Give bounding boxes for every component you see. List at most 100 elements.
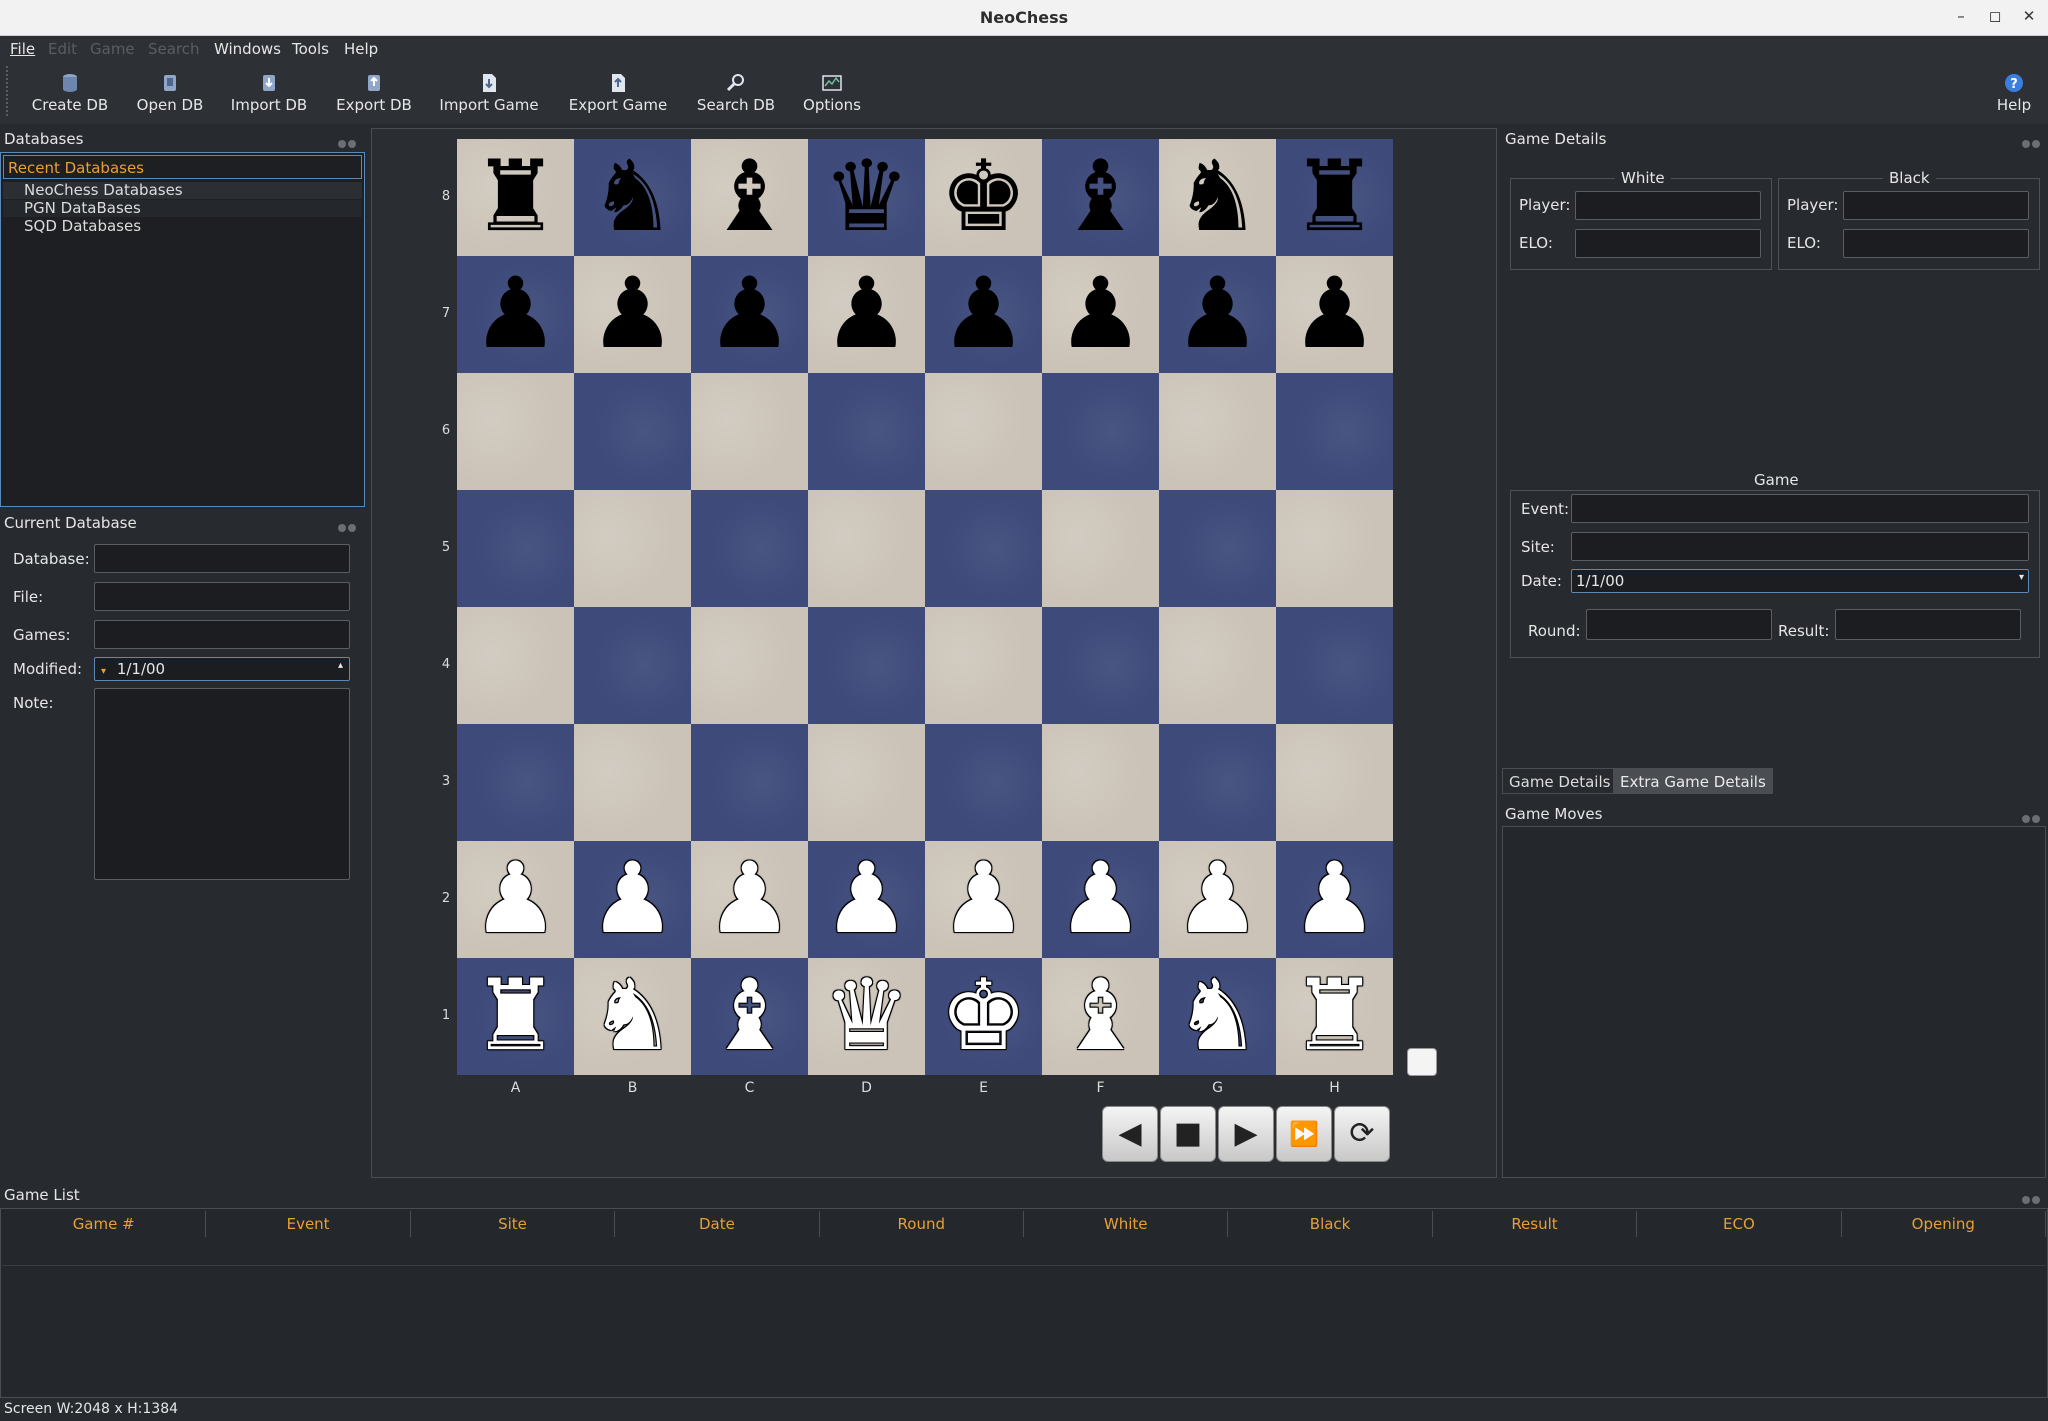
table-row[interactable]	[2, 1238, 2046, 1266]
chess-board[interactable]: ♜ ♞ ♝ ♛ ♚ ♝ ♞ ♜ ♟ ♟ ♟ ♟ ♟ ♟ ♟ ♟ ♟ ♟ ♟ ♟ ♟ ♟ ♟ ♟ ♜ ♞ ♝ ♛ ♚ ♝ ♞ ♜	[457, 139, 1393, 1075]
square-c5[interactable]	[691, 490, 808, 607]
date-picker[interactable]: 1/1/00 ▾	[1571, 569, 2029, 593]
black-pawn-icon[interactable]: ♟	[1276, 256, 1393, 373]
square-d5[interactable]	[808, 490, 925, 607]
square-a3[interactable]	[457, 724, 574, 841]
black-pawn-icon[interactable]: ♟	[574, 256, 691, 373]
last-move-button[interactable]: ⏩	[1276, 1106, 1332, 1162]
white-pawn-icon[interactable]: ♟	[691, 841, 808, 958]
menu-edit[interactable]: Edit	[48, 40, 77, 58]
note-textarea[interactable]	[94, 688, 350, 880]
column-header[interactable]: Round	[820, 1211, 1024, 1237]
tab-extra-game-details[interactable]: Extra Game Details	[1613, 768, 1773, 794]
databases-tree[interactable]: Recent Databases NeoChess Databases PGN …	[0, 152, 365, 507]
black-bishop-icon[interactable]: ♝	[1042, 139, 1159, 256]
recent-databases-header[interactable]: Recent Databases	[3, 155, 362, 179]
previous-move-button[interactable]: ◀	[1102, 1106, 1158, 1162]
white-rook-icon[interactable]: ♜	[457, 958, 574, 1075]
toolbar-grip[interactable]	[6, 66, 10, 116]
black-rook-icon[interactable]: ♜	[1276, 139, 1393, 256]
black-player-field[interactable]	[1843, 191, 2029, 220]
square-d4[interactable]	[808, 607, 925, 724]
games-field[interactable]	[94, 620, 350, 649]
column-header[interactable]: Result	[1433, 1211, 1638, 1237]
white-knight-icon[interactable]: ♞	[1159, 958, 1276, 1075]
square-b3[interactable]	[574, 724, 691, 841]
maximize-icon[interactable]: ◻	[1984, 7, 2006, 27]
db-item-neochess[interactable]: NeoChess Databases	[3, 182, 362, 199]
black-rook-icon[interactable]: ♜	[457, 139, 574, 256]
square-c3[interactable]	[691, 724, 808, 841]
black-elo-field[interactable]	[1843, 229, 2029, 258]
square-h6[interactable]	[1276, 373, 1393, 490]
options-button[interactable]: Options	[800, 72, 864, 122]
black-knight-icon[interactable]: ♞	[574, 139, 691, 256]
game-list-panel-controls[interactable]	[2022, 1190, 2042, 1204]
square-e5[interactable]	[925, 490, 1042, 607]
result-field[interactable]	[1835, 609, 2021, 640]
square-f5[interactable]	[1042, 490, 1159, 607]
black-pawn-icon[interactable]: ♟	[1042, 256, 1159, 373]
export-db-button[interactable]: Export DB	[334, 72, 414, 122]
db-item-sqd[interactable]: SQD Databases	[3, 218, 362, 235]
square-d6[interactable]	[808, 373, 925, 490]
date-down-icon[interactable]: ▾	[101, 666, 106, 677]
help-button[interactable]: ? Help	[1996, 72, 2032, 122]
square-h3[interactable]	[1276, 724, 1393, 841]
current-db-panel-controls[interactable]	[338, 518, 358, 532]
import-game-button[interactable]: Import Game	[438, 72, 540, 122]
square-b6[interactable]	[574, 373, 691, 490]
menu-windows[interactable]: Windows	[214, 40, 281, 58]
square-g3[interactable]	[1159, 724, 1276, 841]
black-pawn-icon[interactable]: ♟	[808, 256, 925, 373]
square-a4[interactable]	[457, 607, 574, 724]
db-item-pgn[interactable]: PGN DataBases	[3, 200, 362, 217]
column-header[interactable]: Date	[615, 1211, 820, 1237]
menu-game[interactable]: Game	[90, 40, 135, 58]
white-pawn-icon[interactable]: ♟	[1276, 841, 1393, 958]
date-up-icon[interactable]: ▴	[338, 660, 343, 671]
square-f6[interactable]	[1042, 373, 1159, 490]
modified-date-picker[interactable]: ▾ 1/1/00 ▴	[94, 657, 350, 681]
white-pawn-icon[interactable]: ♟	[925, 841, 1042, 958]
white-pawn-icon[interactable]: ♟	[808, 841, 925, 958]
white-elo-field[interactable]	[1575, 229, 1761, 258]
menu-file[interactable]: File	[10, 40, 35, 58]
white-rook-icon[interactable]: ♜	[1276, 958, 1393, 1075]
square-a5[interactable]	[457, 490, 574, 607]
white-bishop-icon[interactable]: ♝	[691, 958, 808, 1075]
next-move-button[interactable]: ▶	[1218, 1106, 1274, 1162]
black-pawn-icon[interactable]: ♟	[925, 256, 1042, 373]
close-icon[interactable]: ✕	[2018, 7, 2040, 27]
game-details-panel-controls[interactable]	[2022, 134, 2042, 148]
white-pawn-icon[interactable]: ♟	[1042, 841, 1159, 958]
black-king-icon[interactable]: ♚	[925, 139, 1042, 256]
white-player-field[interactable]	[1575, 191, 1761, 220]
square-e6[interactable]	[925, 373, 1042, 490]
column-header[interactable]: ECO	[1637, 1211, 1842, 1237]
white-queen-icon[interactable]: ♛	[808, 958, 925, 1075]
tab-game-details[interactable]: Game Details	[1502, 768, 1618, 794]
event-field[interactable]	[1571, 494, 2029, 523]
square-h4[interactable]	[1276, 607, 1393, 724]
square-b5[interactable]	[574, 490, 691, 607]
black-pawn-icon[interactable]: ♟	[1159, 256, 1276, 373]
export-game-button[interactable]: Export Game	[566, 72, 670, 122]
column-header[interactable]: Event	[206, 1211, 411, 1237]
site-field[interactable]	[1571, 532, 2029, 561]
menu-tools[interactable]: Tools	[292, 40, 329, 58]
search-db-button[interactable]: Search DB	[696, 72, 776, 122]
square-d3[interactable]	[808, 724, 925, 841]
white-pawn-icon[interactable]: ♟	[1159, 841, 1276, 958]
menu-search[interactable]: Search	[148, 40, 200, 58]
column-header[interactable]: Game #	[2, 1211, 207, 1237]
file-field[interactable]	[94, 582, 350, 611]
white-king-icon[interactable]: ♚	[925, 958, 1042, 1075]
column-header[interactable]: Site	[411, 1211, 616, 1237]
square-f4[interactable]	[1042, 607, 1159, 724]
game-moves-list[interactable]	[1502, 826, 2046, 1178]
create-db-button[interactable]: Create DB	[30, 72, 110, 122]
date-dropdown-icon[interactable]: ▾	[2019, 572, 2024, 583]
column-header[interactable]: Opening	[1842, 1211, 2046, 1237]
import-db-button[interactable]: Import DB	[230, 72, 308, 122]
